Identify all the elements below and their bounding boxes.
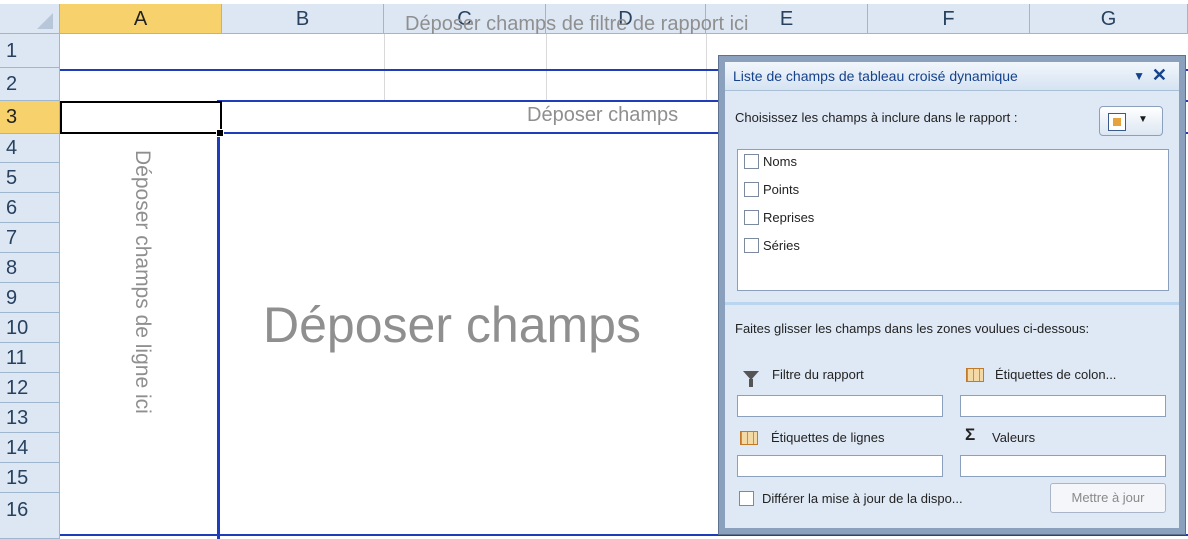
row-header-7[interactable]: 7 bbox=[0, 223, 60, 253]
row-header-12[interactable]: 12 bbox=[0, 373, 60, 403]
report-filter-drop-area[interactable] bbox=[737, 395, 943, 417]
filter-icon bbox=[743, 371, 759, 387]
defer-update-label: Différer la mise à jour de la dispo... bbox=[762, 491, 963, 506]
field-label: Reprises bbox=[763, 210, 815, 226]
field-label: Séries bbox=[763, 238, 800, 254]
field-checkbox-series[interactable] bbox=[744, 238, 759, 254]
field-item-noms[interactable]: Noms bbox=[744, 153, 797, 173]
active-cell-a3[interactable] bbox=[60, 101, 222, 134]
chevron-down-icon[interactable]: ▼ bbox=[1133, 69, 1145, 83]
update-button[interactable]: Mettre à jour bbox=[1050, 483, 1166, 513]
close-icon[interactable]: ✕ bbox=[1152, 65, 1167, 86]
row-header-14[interactable]: 14 bbox=[0, 433, 60, 463]
row-header-6[interactable]: 6 bbox=[0, 193, 60, 223]
values-drop-area[interactable] bbox=[960, 455, 1166, 477]
spreadsheet: A B C D E F G 1 2 3 4 5 6 7 8 9 10 11 12… bbox=[0, 0, 1188, 539]
pivot-column-drop-zone[interactable]: Déposer champs bbox=[527, 104, 678, 127]
row-header-4[interactable]: 4 bbox=[0, 134, 60, 163]
row-labels-drop-area[interactable] bbox=[737, 455, 943, 477]
panel-title-bar[interactable]: Liste de champs de tableau croisé dynami… bbox=[725, 62, 1179, 91]
row-header-1[interactable]: 1 bbox=[0, 34, 60, 68]
panel-title: Liste de champs de tableau croisé dynami… bbox=[733, 68, 1018, 84]
row-header-16[interactable]: 16 bbox=[0, 493, 60, 539]
row-header-8[interactable]: 8 bbox=[0, 253, 60, 283]
fill-handle[interactable] bbox=[216, 129, 224, 137]
pivot-filter-drop-zone[interactable]: Déposer champs de filtre de rapport ici bbox=[405, 13, 749, 36]
row-header-2[interactable]: 2 bbox=[0, 68, 60, 101]
pivot-row-drop-zone[interactable]: Déposer champs de ligne ici bbox=[130, 150, 154, 414]
defer-update-checkbox[interactable] bbox=[739, 491, 754, 506]
column-labels-label: Étiquettes de colon... bbox=[995, 367, 1117, 382]
row-header-13[interactable]: 13 bbox=[0, 403, 60, 433]
column-header-g[interactable]: G bbox=[1030, 4, 1188, 34]
choose-fields-label: Choisissez les champs à inclure dans le … bbox=[735, 110, 1018, 125]
row-grid-icon bbox=[740, 431, 758, 445]
values-label: Valeurs bbox=[992, 430, 1036, 445]
field-label: Points bbox=[763, 182, 800, 198]
field-list-layout-button[interactable]: ▼ bbox=[1099, 106, 1163, 136]
column-grid-icon bbox=[966, 368, 984, 382]
panel-divider[interactable] bbox=[725, 302, 1179, 305]
field-list-layout-icon bbox=[1108, 113, 1126, 131]
field-label: Noms bbox=[763, 154, 797, 170]
row-header-11[interactable]: 11 bbox=[0, 343, 60, 373]
field-checkbox-reprises[interactable] bbox=[744, 210, 759, 226]
pivot-field-list-body: Liste de champs de tableau croisé dynami… bbox=[725, 62, 1179, 528]
select-all-icon bbox=[37, 13, 53, 29]
pivot-values-drop-zone[interactable]: Déposer champs bbox=[263, 296, 641, 354]
report-filter-label: Filtre du rapport bbox=[772, 367, 864, 382]
pivot-row-border bbox=[217, 100, 220, 539]
gridline bbox=[546, 34, 547, 101]
gridline bbox=[706, 34, 707, 101]
row-header-9[interactable]: 9 bbox=[0, 283, 60, 313]
column-labels-drop-area[interactable] bbox=[960, 395, 1166, 417]
chevron-down-icon: ▼ bbox=[1138, 114, 1148, 125]
field-list-box: Noms Points Reprises Séries bbox=[737, 149, 1169, 291]
field-checkbox-noms[interactable] bbox=[744, 154, 759, 170]
field-item-reprises[interactable]: Reprises bbox=[744, 209, 814, 229]
gridline bbox=[384, 34, 385, 101]
drag-fields-label: Faites glisser les champs dans les zones… bbox=[735, 321, 1090, 336]
row-labels-label: Étiquettes de lignes bbox=[771, 430, 885, 445]
sigma-icon: Σ bbox=[965, 425, 976, 444]
row-header-3[interactable]: 3 bbox=[0, 101, 60, 134]
row-header-15[interactable]: 15 bbox=[0, 463, 60, 493]
row-header-5[interactable]: 5 bbox=[0, 163, 60, 193]
pivot-field-list-panel: Liste de champs de tableau croisé dynami… bbox=[718, 55, 1186, 535]
column-header-a[interactable]: A bbox=[60, 4, 222, 34]
row-header-10[interactable]: 10 bbox=[0, 313, 60, 343]
field-item-points[interactable]: Points bbox=[744, 181, 799, 201]
column-header-b[interactable]: B bbox=[222, 4, 384, 34]
column-header-f[interactable]: F bbox=[868, 4, 1030, 34]
field-item-series[interactable]: Séries bbox=[744, 237, 800, 257]
select-all-corner[interactable] bbox=[0, 4, 60, 34]
field-checkbox-points[interactable] bbox=[744, 182, 759, 198]
